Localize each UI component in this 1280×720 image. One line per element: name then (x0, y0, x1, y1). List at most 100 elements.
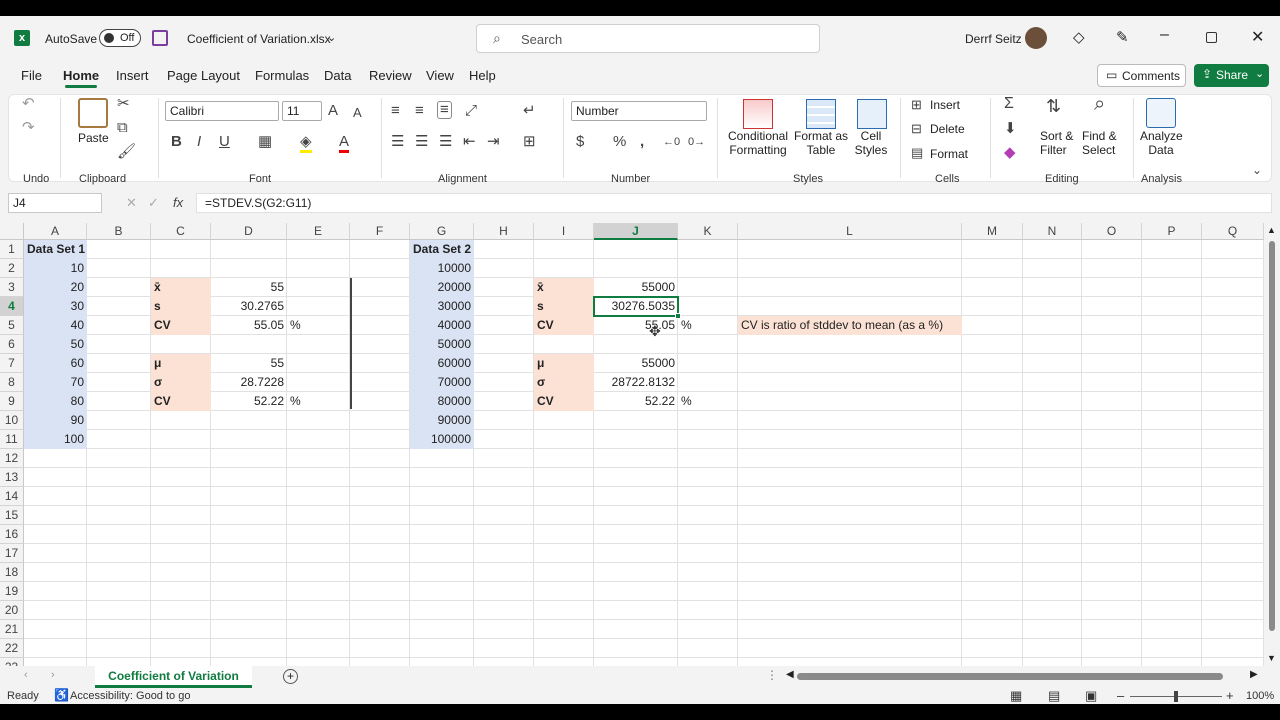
column-header-M[interactable]: M (962, 223, 1023, 240)
cell-G11[interactable]: 100000 (410, 430, 474, 449)
accessibility-status[interactable]: Accessibility: Good to go (70, 690, 190, 702)
cell-G1[interactable]: Data Set 2 (410, 240, 474, 259)
tab-data[interactable]: Data (324, 68, 351, 83)
comma-style-icon[interactable]: , (640, 134, 644, 150)
cell-G5[interactable]: 40000 (410, 316, 474, 335)
copy-icon[interactable]: ⧉ (117, 120, 128, 136)
row-header-17[interactable]: 17 (0, 544, 24, 563)
column-header-G[interactable]: G (410, 223, 474, 240)
insert-cells-button[interactable]: Insert (930, 98, 960, 112)
paste-button[interactable]: Paste (78, 131, 109, 145)
cell-A2[interactable]: 10 (24, 259, 87, 278)
worksheet-grid[interactable]: ABCDEFGHIJKLMNOPQ 1 2 3 4 5 6 7 8 9 10 11 12 13 14 15 1… (0, 223, 1264, 666)
cell-J9[interactable]: 52.22 (594, 392, 678, 411)
cell-D3[interactable]: 55 (211, 278, 287, 297)
align-middle-icon[interactable]: ≡ (415, 103, 424, 119)
zoom-slider-thumb[interactable] (1174, 691, 1178, 702)
tab-formulas[interactable]: Formulas (255, 68, 309, 83)
cell-A1[interactable]: Data Set 1 (24, 240, 87, 259)
cell-K5[interactable]: % (678, 316, 738, 335)
align-left-icon[interactable]: ☰ (391, 134, 404, 150)
row-header-10[interactable]: 10 (0, 411, 24, 430)
clear-icon[interactable]: ◆ (1004, 145, 1016, 161)
column-header-I[interactable]: I (534, 223, 594, 240)
horizontal-scroll-thumb[interactable] (797, 673, 1223, 680)
row-header-18[interactable]: 18 (0, 563, 24, 582)
user-name[interactable]: Derrf Seitz (965, 32, 1022, 46)
column-header-P[interactable]: P (1142, 223, 1202, 240)
zoom-in-icon[interactable]: + (1226, 688, 1234, 703)
row-header-11[interactable]: 11 (0, 430, 24, 449)
borders-icon[interactable]: ▦ (258, 134, 272, 150)
cell-A9[interactable]: 80 (24, 392, 87, 411)
scroll-left-icon[interactable]: ◀ (786, 669, 794, 680)
row-header-19[interactable]: 19 (0, 582, 24, 601)
wrap-text-icon[interactable]: ↵ (523, 103, 536, 119)
row-header-13[interactable]: 13 (0, 468, 24, 487)
paste-icon[interactable] (78, 98, 108, 128)
chevron-down-icon[interactable]: ⌄ (327, 31, 336, 44)
currency-icon[interactable]: $ (576, 134, 584, 150)
cancel-formula-icon[interactable]: ✕ (126, 195, 137, 211)
cell-G3[interactable]: 20000 (410, 278, 474, 297)
cell-E5[interactable]: % (287, 316, 350, 335)
column-header-N[interactable]: N (1023, 223, 1082, 240)
cell-A3[interactable]: 20 (24, 278, 87, 297)
pen-icon[interactable]: ✎ (1116, 28, 1129, 46)
name-box[interactable]: J4 (8, 193, 102, 213)
zoom-level[interactable]: 100% (1246, 690, 1274, 702)
row-header-4[interactable]: 4 (0, 297, 24, 316)
cell-I4[interactable]: s (534, 297, 594, 316)
column-header-J[interactable]: J (594, 223, 678, 240)
grow-font-icon[interactable]: A (328, 103, 338, 119)
formula-input[interactable]: =STDEV.S(G2:G11) (196, 193, 1272, 213)
column-header-Q[interactable]: Q (1202, 223, 1264, 240)
cell-I7[interactable]: μ (534, 354, 594, 373)
close-icon[interactable]: ✕ (1251, 27, 1264, 47)
cell-A4[interactable]: 30 (24, 297, 87, 316)
comments-button[interactable]: ▭ Comments (1097, 64, 1186, 87)
scroll-right-icon[interactable]: ▶ (1250, 669, 1258, 680)
tab-insert[interactable]: Insert (116, 68, 149, 83)
cell-E9[interactable]: % (287, 392, 350, 411)
cell-styles-button[interactable]: Cell Styles (848, 129, 894, 157)
more-options-icon[interactable]: ⋮ (766, 668, 778, 682)
tab-home[interactable]: Home (63, 68, 99, 88)
row-header-7[interactable]: 7 (0, 354, 24, 373)
insert-cells-icon[interactable]: ⊞ (911, 97, 922, 113)
align-bottom-icon[interactable]: ≡ (437, 101, 452, 119)
add-sheet-icon[interactable]: + (283, 669, 298, 684)
fill-color-icon[interactable]: ◈ (300, 134, 312, 153)
row-header-16[interactable]: 16 (0, 525, 24, 544)
align-center-icon[interactable]: ☰ (415, 134, 428, 150)
cell-A10[interactable]: 90 (24, 411, 87, 430)
sheet-tab-active[interactable]: Coefficient of Variation (95, 666, 252, 688)
row-header-20[interactable]: 20 (0, 601, 24, 620)
column-header-C[interactable]: C (151, 223, 211, 240)
find-select-button[interactable]: Find & Select (1082, 129, 1117, 157)
cell-L5[interactable]: CV is ratio of stddev to mean (as a %) (738, 316, 962, 335)
format-painter-icon[interactable]: 🖌 (117, 144, 136, 160)
cell-G8[interactable]: 70000 (410, 373, 474, 392)
tab-review[interactable]: Review (369, 68, 412, 83)
column-header-L[interactable]: L (738, 223, 962, 240)
increase-decimal-icon[interactable]: ←0 (663, 134, 680, 150)
row-header-12[interactable]: 12 (0, 449, 24, 468)
conditional-formatting-button[interactable]: Conditional Formatting (727, 129, 789, 157)
tab-view[interactable]: View (426, 68, 454, 83)
orientation-icon[interactable]: ⤢ (465, 103, 477, 119)
scroll-down-icon[interactable]: ▼ (1267, 653, 1276, 663)
file-name[interactable]: Coefficient of Variation.xlsx (187, 32, 331, 46)
row-header-6[interactable]: 6 (0, 335, 24, 354)
cell-J3[interactable]: 55000 (594, 278, 678, 297)
column-header-O[interactable]: O (1082, 223, 1142, 240)
cell-J8[interactable]: 28722.8132 (594, 373, 678, 392)
cell-C3[interactable]: x̄ (151, 278, 211, 297)
cell-I9[interactable]: CV (534, 392, 594, 411)
row-header-8[interactable]: 8 (0, 373, 24, 392)
row-header-9[interactable]: 9 (0, 392, 24, 411)
redo-icon[interactable]: ↷ (22, 120, 35, 136)
align-top-icon[interactable]: ≡ (391, 103, 400, 119)
column-header-B[interactable]: B (87, 223, 151, 240)
diamond-icon[interactable]: ◇ (1073, 28, 1085, 46)
